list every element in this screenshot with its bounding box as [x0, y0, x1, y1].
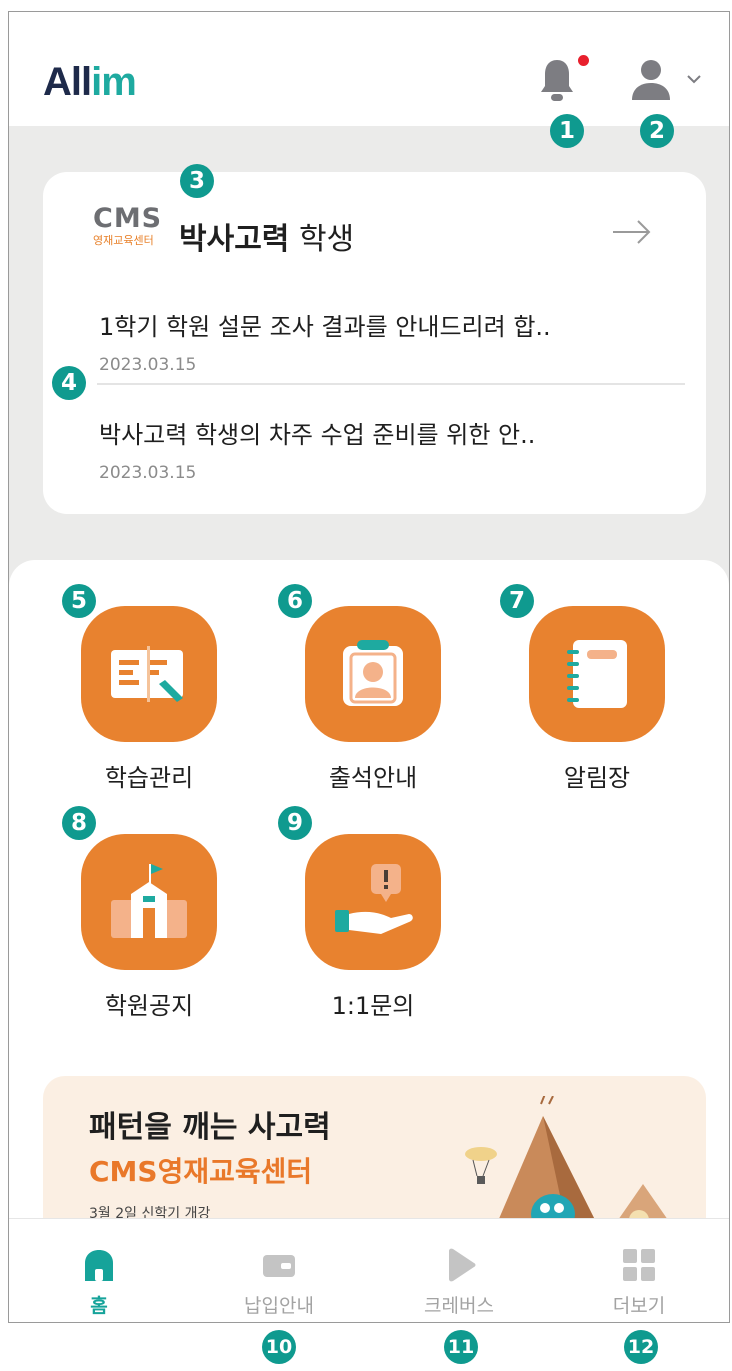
banner-title: 패턴을 깨는 사고력 — [89, 1110, 331, 1145]
tab-more[interactable]: 더보기 — [549, 1219, 729, 1322]
arrow-right-icon[interactable] — [611, 218, 653, 246]
annotation-badge: 9 — [278, 806, 312, 840]
notebook-button[interactable] — [529, 606, 665, 742]
annotation-badge: 10 — [262, 1330, 296, 1364]
app-bar: Allim — [9, 12, 729, 126]
notice-item-date: 2023.03.15 — [99, 355, 197, 375]
tab-payment[interactable]: 납입안내 — [189, 1219, 369, 1322]
tab-label: 납입안내 — [244, 1295, 314, 1317]
student-card[interactable]: CMS 영재교육센터 박사고력 학생 1학기 학원 설문 조사 결과를 안내드리… — [43, 172, 706, 514]
chevron-down-icon[interactable] — [683, 68, 705, 90]
user-icon[interactable] — [631, 58, 671, 102]
academy-notice-button[interactable] — [81, 834, 217, 970]
annotation-badge: 1 — [550, 114, 584, 148]
inquiry-button[interactable] — [305, 834, 441, 970]
bottom-tab-bar: 홈 납입안내 크레버스 더보기 — [9, 1218, 729, 1322]
notice-item-date: 2023.03.15 — [99, 463, 197, 483]
academy-notice-icon — [111, 864, 187, 938]
menu-label: 1:1문의 — [331, 992, 415, 1020]
annotation-badge: 5 — [62, 584, 96, 618]
play-icon — [449, 1248, 476, 1282]
student-title: 박사고력 학생 — [179, 222, 355, 257]
study-management-icon — [111, 646, 183, 702]
menu-label: 학습관리 — [104, 764, 194, 792]
annotation-badge: 3 — [180, 164, 214, 198]
annotation-badge: 6 — [278, 584, 312, 618]
annotation-badge: 12 — [624, 1330, 658, 1364]
annotation-badge: 7 — [500, 584, 534, 618]
app-logo: Allim — [43, 60, 137, 104]
notification-dot — [578, 55, 589, 66]
tab-crevers[interactable]: 크레버스 — [369, 1219, 549, 1322]
attendance-button[interactable] — [305, 606, 441, 742]
notice-item-title[interactable]: 1학기 학원 설문 조사 결과를 안내드리려 합.. — [99, 307, 551, 342]
tab-label: 크레버스 — [424, 1295, 494, 1317]
home-icon — [85, 1250, 113, 1281]
cms-logo-sub: 영재교육센터 — [93, 234, 154, 247]
annotation-badge: 11 — [444, 1330, 478, 1364]
cms-logo-letters: CMS — [93, 203, 163, 234]
banner-subtitle: CMS영재교육센터 — [89, 1155, 313, 1188]
menu-label: 학원공지 — [104, 992, 194, 1020]
tab-home[interactable]: 홈 — [9, 1219, 189, 1322]
attendance-icon — [343, 640, 403, 706]
inquiry-icon — [335, 864, 413, 934]
bell-icon[interactable] — [539, 58, 575, 102]
notice-item-title[interactable]: 박사고력 학생의 차주 수업 준비를 위한 안.. — [99, 415, 535, 450]
cms-logo: CMS 영재교육센터 — [93, 203, 173, 265]
annotation-badge: 2 — [640, 114, 674, 148]
annotation-badge: 4 — [52, 366, 86, 400]
study-management-button[interactable] — [81, 606, 217, 742]
notice-divider — [97, 383, 685, 385]
menu-label: 알림장 — [563, 764, 631, 792]
wallet-icon — [263, 1255, 295, 1277]
grid-icon — [623, 1249, 655, 1281]
tab-label: 더보기 — [612, 1295, 666, 1317]
phone-screen: Allim CMS 영재교육센터 박사고력 학생 1학기 학원 설문 조사 결과… — [8, 11, 730, 1323]
annotation-badge: 8 — [62, 806, 96, 840]
notebook-icon — [567, 640, 627, 708]
menu-label: 출석안내 — [328, 764, 418, 792]
tab-label: 홈 — [90, 1295, 108, 1317]
